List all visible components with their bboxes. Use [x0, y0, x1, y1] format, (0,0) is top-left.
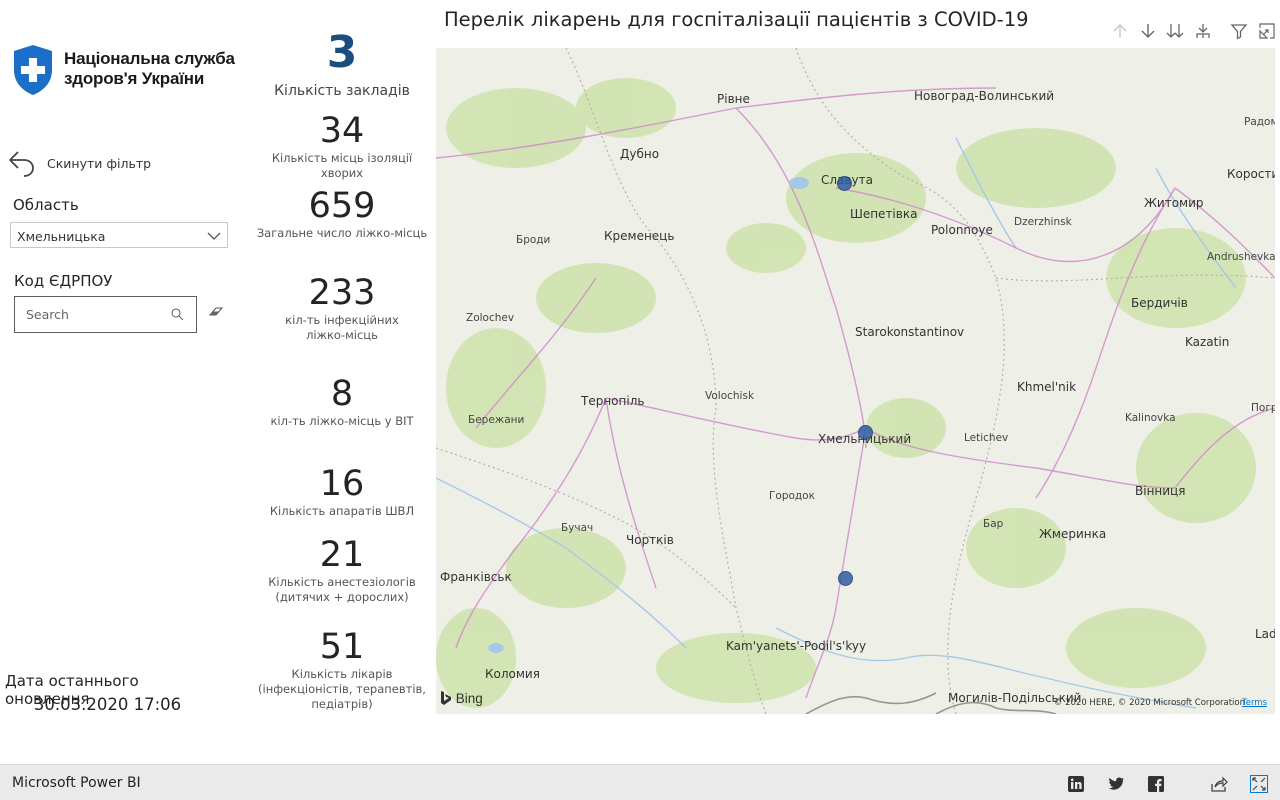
oblast-selected-value: Хмельницька	[17, 229, 106, 244]
place-label: Житомир	[1144, 196, 1204, 210]
kpi-value: 8	[330, 374, 354, 414]
place-label: Городок	[769, 490, 815, 502]
linkedin-icon[interactable]	[1067, 775, 1085, 793]
place-label: Lad	[1255, 627, 1275, 641]
organization-name: Національна служба здоров'я України	[64, 49, 235, 89]
bing-icon	[441, 691, 451, 705]
reset-filter-button[interactable]: Скинути фільтр	[6, 148, 206, 178]
facebook-icon[interactable]	[1147, 775, 1165, 793]
place-label: Тернопіль	[581, 394, 645, 408]
place-label: Letichev	[964, 432, 1009, 444]
oblast-label: Область	[13, 196, 79, 214]
place-label: Чортків	[626, 533, 674, 547]
place-label: Dzerzhinsk	[1014, 216, 1072, 228]
hospital-marker[interactable]	[838, 571, 853, 586]
filter-icon[interactable]	[1230, 22, 1248, 40]
focus-mode-icon[interactable]	[1258, 22, 1276, 40]
bing-logo: Bing	[440, 691, 483, 706]
kpi-value: 3	[326, 27, 358, 78]
kpi-caption: Кількість закладів	[274, 83, 410, 99]
kpi-caption: Кількість апаратів ШВЛ	[269, 504, 415, 518]
place-label: Khmel'nik	[1017, 380, 1077, 394]
place-label: Погр	[1251, 402, 1275, 414]
hospital-marker[interactable]	[837, 176, 852, 191]
place-label: Жмеринка	[1039, 527, 1107, 541]
kpi-caption: Кількість анестезіологів (дитячих + доро…	[268, 575, 416, 604]
kpi-card-facilities: 3 Кількість закладів	[262, 30, 422, 100]
place-label: Kalinovka	[1125, 412, 1176, 424]
place-label: Коростиш	[1227, 167, 1275, 181]
place-label: Франківськ	[440, 570, 512, 584]
place-label: Бучач	[561, 522, 594, 534]
kpi-card-total-beds: 659 Загальне число ліжко-місць	[252, 186, 432, 241]
twitter-icon[interactable]	[1107, 775, 1125, 793]
place-label: Andrushevka	[1207, 251, 1275, 263]
place-label: Броди	[516, 234, 551, 246]
kpi-card-icu-beds: 8 кіл-ть ліжко-місць у ВІТ	[252, 374, 432, 429]
place-label: Zolochev	[466, 312, 515, 324]
fullscreen-icon[interactable]	[1250, 775, 1268, 793]
kpi-caption: Кількість місць ізоляції хворих	[271, 151, 413, 180]
kpi-card-anesthesiologists: 21 Кількість анестезіологів (дитячих + д…	[257, 535, 427, 605]
place-label: Вінниця	[1135, 484, 1186, 498]
kpi-caption: Загальне число ліжко-місць	[256, 226, 428, 240]
place-label: Бар	[983, 518, 1004, 530]
kpi-card-doctors: 51 Кількість лікарів (інфекціоністів, те…	[250, 627, 434, 712]
oblast-dropdown[interactable]: Хмельницька	[10, 222, 228, 248]
place-label: Бердичів	[1131, 296, 1188, 310]
kpi-value: 51	[319, 627, 365, 667]
kpi-caption: кіл-ть інфекційних ліжко-місць	[285, 313, 399, 342]
kpi-caption: кіл-ть ліжко-місць у ВІТ	[270, 414, 414, 428]
map-terms-link[interactable]: Terms	[1242, 698, 1267, 708]
drill-up-icon[interactable]	[1111, 22, 1129, 40]
kpi-value: 659	[308, 186, 376, 226]
kpi-card-infectious-beds: 233 кіл-ть інфекційних ліжко-місць	[272, 273, 412, 343]
nszu-logo: Національна служба здоров'я України	[12, 44, 262, 100]
place-label: Starokonstantinov	[855, 325, 965, 339]
kpi-caption: Кількість лікарів (інфекціоністів, терап…	[258, 667, 426, 711]
kpi-value: 21	[319, 535, 365, 575]
place-label: Дубно	[620, 147, 660, 161]
organization-name-line2: здоров'я України	[64, 69, 205, 88]
reset-filter-label: Скинути фільтр	[47, 156, 152, 171]
place-label: Шепетівка	[850, 207, 918, 221]
chevron-down-icon	[207, 232, 221, 240]
place-label: Радом	[1244, 116, 1275, 128]
place-label: Volochisk	[705, 390, 755, 402]
hospitals-map[interactable]: Рівне Новоград-Волинський Радом Дубно Сл…	[436, 48, 1275, 714]
search-icon[interactable]	[171, 308, 184, 321]
place-label: Polonnoye	[931, 223, 993, 237]
place-label: Коломия	[485, 667, 540, 681]
place-label: Новоград-Волинський	[914, 89, 1055, 103]
share-icon[interactable]	[1210, 775, 1228, 793]
last-update-value: 30.03.2020 17:06	[33, 695, 182, 714]
shield-cross-icon	[14, 45, 52, 95]
expand-hierarchy-icon[interactable]	[1194, 22, 1212, 40]
kpi-value: 16	[319, 464, 365, 504]
place-label: Бережани	[468, 414, 525, 426]
eraser-icon[interactable]	[208, 306, 224, 318]
undo-arrow-icon	[9, 151, 34, 177]
place-label: Рівне	[717, 92, 750, 106]
page-title: Перелік лікарень для госпіталізації паці…	[444, 8, 1029, 31]
drill-down-icon[interactable]	[1139, 22, 1157, 40]
edrpou-search-box	[14, 296, 197, 333]
map-copyright: © 2020 HERE, © 2020 Microsoft Corporatio…	[1053, 698, 1245, 708]
kpi-card-isolation-places: 34 Кількість місць ізоляції хворих	[252, 111, 432, 181]
powerbi-brand-link[interactable]: Microsoft Power BI	[12, 775, 141, 791]
kpi-card-ventilators: 16 Кількість апаратів ШВЛ	[252, 464, 432, 519]
edrpou-search-input[interactable]	[24, 306, 168, 323]
organization-name-line1: Національна служба	[64, 49, 235, 68]
kpi-value: 233	[308, 273, 376, 313]
edrpou-label: Код ЄДРПОУ	[14, 272, 113, 290]
powerbi-footer: Microsoft Power BI	[0, 764, 1280, 800]
bing-label: Bing	[455, 691, 483, 706]
place-label: Kam'yanets'-Podil's'kyy	[726, 639, 867, 653]
map-base-layer	[436, 48, 1275, 714]
kpi-value: 34	[319, 111, 365, 151]
place-label: Кременець	[604, 229, 675, 243]
hospital-marker[interactable]	[858, 425, 873, 440]
go-to-next-level-icon[interactable]	[1166, 22, 1184, 40]
place-label: Kazatin	[1185, 335, 1230, 349]
